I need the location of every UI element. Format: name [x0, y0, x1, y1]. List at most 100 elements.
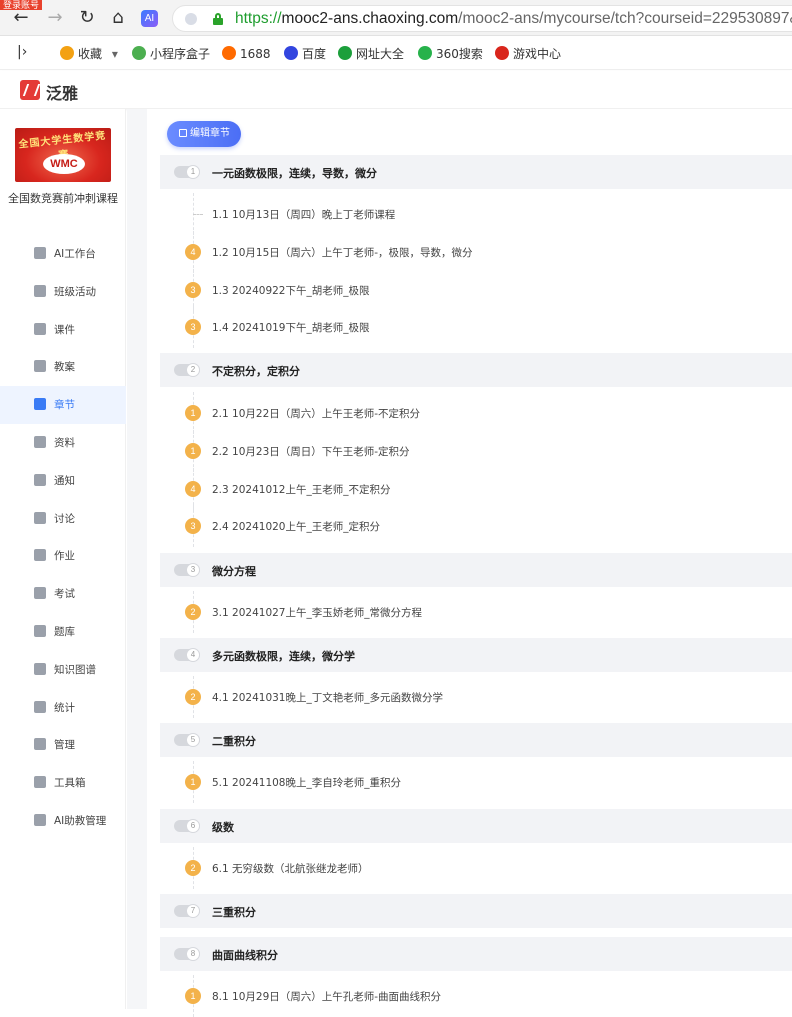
ai-extension-icon[interactable]: AI [141, 10, 158, 27]
section-item[interactable]: 1.1 10月13日（周四）晚上丁老师课程 [160, 193, 792, 235]
chapter-header[interactable]: 4 多元函数极限，连续，微分学 [160, 638, 792, 672]
sidebar-item-13[interactable]: 统计 [0, 689, 126, 727]
toolbox-icon [34, 776, 46, 789]
section-item[interactable]: 3 1.3 20240922下午_胡老师_极限 [160, 269, 792, 311]
sidebar-item-4[interactable]: 教案 [0, 348, 126, 386]
fanya-logo-icon[interactable] [20, 80, 40, 100]
course-cover[interactable]: 全国大学生数学竞赛 WMC [15, 128, 111, 182]
app-logo-text[interactable]: 泛雅 [46, 80, 78, 104]
section-item[interactable]: 2 6.1 无穷级数（北航张继龙老师） [160, 847, 792, 889]
sidebar-toggle-icon[interactable]: |› [17, 45, 27, 60]
chapter-title[interactable]: 曲面曲线积分 [212, 947, 278, 963]
sidebar-item-14[interactable]: 管理 [0, 726, 126, 764]
sidebar-item-7[interactable]: 通知 [0, 462, 126, 500]
section-title[interactable]: 2.2 10月23日（周日）下午王老师-定积分 [212, 444, 410, 459]
address-bar[interactable]: https://mooc2-ans.chaoxing.com/mooc2-ans… [172, 5, 792, 32]
chapter-header[interactable]: 1 一元函数极限，连续，导数，微分 [160, 155, 792, 189]
chapter-toggle[interactable]: 6 [174, 819, 200, 833]
section-badge: 1 [185, 443, 201, 459]
settings-icon [34, 738, 46, 751]
section-item[interactable]: 1 8.1 10月29日（周六）上午孔老师-曲面曲线积分 [160, 975, 792, 1017]
chapter-title[interactable]: 二重积分 [212, 733, 256, 749]
chapter-toggle[interactable]: 8 [174, 947, 200, 961]
sidebar-item-2[interactable]: 班级活动 [0, 273, 126, 311]
sidebar-item-11[interactable]: 题库 [0, 613, 126, 651]
chapter-toggle[interactable]: 5 [174, 733, 200, 747]
section-title[interactable]: 2.3 20241012上午_王老师_不定积分 [212, 482, 390, 497]
chapter-toggle[interactable]: 1 [174, 165, 200, 179]
chevron-down-icon[interactable]: ▾ [108, 47, 118, 61]
section-item[interactable]: 2 3.1 20241027上午_李玉娇老师_常微分方程 [160, 591, 792, 633]
sidebar-item-label: 资料 [54, 436, 75, 449]
sidebar-item-3[interactable]: 课件 [0, 311, 126, 349]
section-title[interactable]: 1.3 20240922下午_胡老师_极限 [212, 283, 369, 298]
section-item[interactable]: 4 2.3 20241012上午_王老师_不定积分 [160, 468, 792, 510]
bookmark-1[interactable]: 收藏 ▾ [60, 46, 118, 62]
section-badge: 1 [185, 405, 201, 421]
ai-workbench-icon [34, 247, 46, 259]
sidebar-item-1[interactable]: AI工作台 [0, 235, 126, 273]
back-icon[interactable]: ← [11, 8, 31, 28]
forward-icon[interactable]: → [45, 8, 65, 28]
chapter-toggle[interactable]: 3 [174, 563, 200, 577]
sidebar: 全国大学生数学竞赛 WMC 全国数竞赛前冲刺课程 AI工作台 班级活动 课件 教案 章节… [0, 109, 126, 1009]
chapter-title[interactable]: 微分方程 [212, 563, 256, 579]
section-title[interactable]: 8.1 10月29日（周六）上午孔老师-曲面曲线积分 [212, 989, 441, 1004]
chapter-title[interactable]: 不定积分，定积分 [212, 363, 300, 379]
section-item[interactable]: 3 2.4 20241020上午_王老师_定积分 [160, 505, 792, 547]
section-title[interactable]: 2.4 20241020上午_王老师_定积分 [212, 519, 380, 534]
sidebar-item-5[interactable]: 章节 [0, 386, 126, 424]
sidebar-item-8[interactable]: 讨论 [0, 500, 126, 538]
chapter-header[interactable]: 5 二重积分 [160, 723, 792, 757]
section-item[interactable]: 1 2.1 10月22日（周六）上午王老师-不定积分 [160, 392, 792, 434]
sidebar-item-12[interactable]: 知识图谱 [0, 651, 126, 689]
section-title[interactable]: 1.2 10月15日（周六）上午丁老师-，极限，导数，微分 [212, 245, 473, 260]
site-info-icon[interactable] [185, 13, 197, 25]
section-item[interactable]: 1 5.1 20241108晚上_李自玲老师_重积分 [160, 761, 792, 803]
chapter-panel: 编辑章节 1 一元函数极限，连续，导数，微分 1.1 10月13日（周四）晚上丁老师… [147, 109, 792, 1017]
sidebar-item-9[interactable]: 作业 [0, 537, 126, 575]
home-icon[interactable]: ⌂ [108, 8, 128, 28]
section-title[interactable]: 5.1 20241108晚上_李自玲老师_重积分 [212, 775, 401, 790]
section-title[interactable]: 2.1 10月22日（周六）上午王老师-不定积分 [212, 406, 420, 421]
bookmark-6[interactable]: 360搜索 [418, 46, 483, 62]
chapter-title[interactable]: 一元函数极限，连续，导数，微分 [212, 165, 377, 181]
chapter-toggle[interactable]: 4 [174, 648, 200, 662]
section-item[interactable]: 1 2.2 10月23日（周日）下午王老师-定积分 [160, 430, 792, 472]
section-title[interactable]: 1.1 10月13日（周四）晚上丁老师课程 [212, 207, 395, 222]
chapter-header[interactable]: 7 三重积分 [160, 894, 792, 928]
chapter-title[interactable]: 多元函数极限，连续，微分学 [212, 648, 355, 664]
ai-assistant-icon [34, 813, 46, 826]
bookmark-7[interactable]: 游戏中心 [495, 46, 561, 62]
edit-chapter-button[interactable]: 编辑章节 [167, 121, 241, 147]
sidebar-item-10[interactable]: 考试 [0, 575, 126, 613]
chapter-number: 8 [186, 947, 200, 961]
1688-icon [222, 46, 236, 60]
section-title[interactable]: 1.4 20241019下午_胡老师_极限 [212, 320, 369, 335]
sidebar-item-16[interactable]: AI助教管理 [0, 802, 126, 840]
chapter-header[interactable]: 8 曲面曲线积分 [160, 937, 792, 971]
chapter-toggle[interactable]: 7 [174, 904, 200, 918]
section-item[interactable]: 2 4.1 20241031晚上_丁文艳老师_多元函数微分学 [160, 676, 792, 718]
section-item[interactable]: 3 1.4 20241019下午_胡老师_极限 [160, 306, 792, 348]
section-title[interactable]: 3.1 20241027上午_李玉娇老师_常微分方程 [212, 605, 422, 620]
reload-icon[interactable]: ↻ [77, 8, 97, 28]
chapter-number: 1 [186, 165, 200, 179]
bookmark-2[interactable]: 小程序盒子 [132, 46, 210, 62]
section-item[interactable]: 4 1.2 10月15日（周六）上午丁老师-，极限，导数，微分 [160, 231, 792, 273]
section-title[interactable]: 4.1 20241031晚上_丁文艳老师_多元函数微分学 [212, 690, 443, 705]
bookmark-5[interactable]: 网址大全 [338, 46, 404, 62]
chapter-toggle[interactable]: 2 [174, 363, 200, 377]
bookmark-3[interactable]: 1688 [222, 46, 271, 62]
sidebar-item-6[interactable]: 资料 [0, 424, 126, 462]
bookmark-4[interactable]: 百度 [284, 46, 326, 62]
section-title[interactable]: 6.1 无穷级数（北航张继龙老师） [212, 861, 369, 876]
chapter-header[interactable]: 2 不定积分，定积分 [160, 353, 792, 387]
sidebar-item-15[interactable]: 工具箱 [0, 764, 126, 802]
url-text[interactable]: https://mooc2-ans.chaoxing.com/mooc2-ans… [235, 10, 792, 28]
chapter-title[interactable]: 三重积分 [212, 904, 256, 920]
chapter-header[interactable]: 6 级数 [160, 809, 792, 843]
chapter-title[interactable]: 级数 [212, 819, 234, 835]
sidebar-item-label: 课件 [54, 323, 75, 336]
chapter-header[interactable]: 3 微分方程 [160, 553, 792, 587]
